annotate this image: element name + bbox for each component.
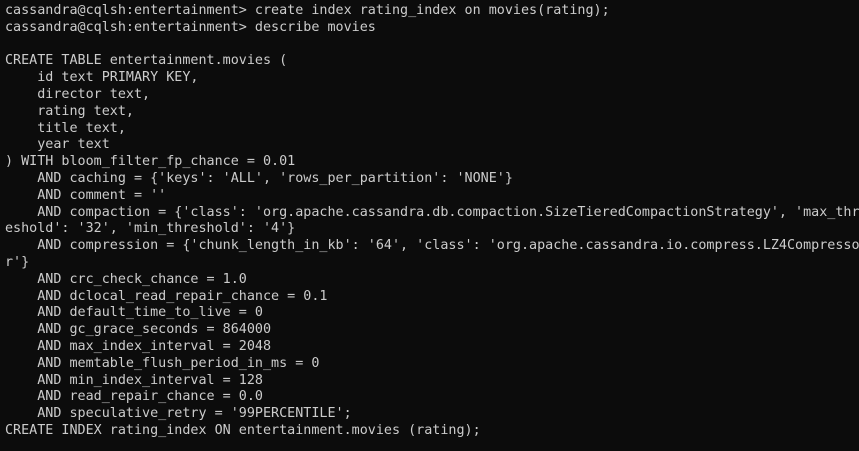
terminal-line: CREATE INDEX rating_index ON entertainme… — [5, 422, 481, 438]
terminal-line: eshold': '32', 'min_threshold': '4'} — [5, 221, 296, 237]
terminal-output[interactable]: cassandra@cqlsh:entertainment> create in… — [0, 0, 859, 451]
terminal-line: rating text, — [5, 103, 134, 119]
terminal-line: ) WITH bloom_filter_fp_chance = 0.01 — [5, 154, 296, 170]
terminal-line: AND min_index_interval = 128 — [5, 372, 263, 388]
terminal-line: AND dclocal_read_repair_chance = 0.1 — [5, 288, 328, 304]
terminal-line: AND read_repair_chance = 0.0 — [5, 389, 263, 405]
terminal-line: r'} — [5, 254, 30, 270]
terminal-line: cassandra@cqlsh:entertainment> create in… — [5, 3, 610, 18]
terminal-line: id text PRIMARY KEY, — [5, 70, 199, 86]
terminal-line: year text — [5, 137, 110, 153]
terminal-line: director text, — [5, 86, 151, 102]
terminal-line: AND memtable_flush_period_in_ms = 0 — [5, 355, 320, 371]
terminal-line: AND compaction = {'class': 'org.apache.c… — [5, 204, 859, 220]
terminal-line: AND speculative_retry = '99PERCENTILE'; — [5, 406, 352, 422]
terminal-line: AND crc_check_chance = 1.0 — [5, 271, 247, 287]
terminal-line: AND max_index_interval = 2048 — [5, 338, 272, 354]
terminal-line: AND default_time_to_live = 0 — [5, 305, 263, 321]
terminal-line: AND caching = {'keys': 'ALL', 'rows_per_… — [5, 170, 513, 186]
terminal-line: CREATE TABLE entertainment.movies ( — [5, 53, 288, 69]
terminal-line: AND gc_grace_seconds = 864000 — [5, 322, 272, 338]
terminal-line: AND comment = '' — [5, 187, 167, 203]
terminal-line: cassandra@cqlsh:entertainment> describe … — [5, 19, 376, 35]
terminal-line: AND compression = {'chunk_length_in_kb':… — [5, 238, 859, 254]
terminal-line: title text, — [5, 120, 126, 136]
